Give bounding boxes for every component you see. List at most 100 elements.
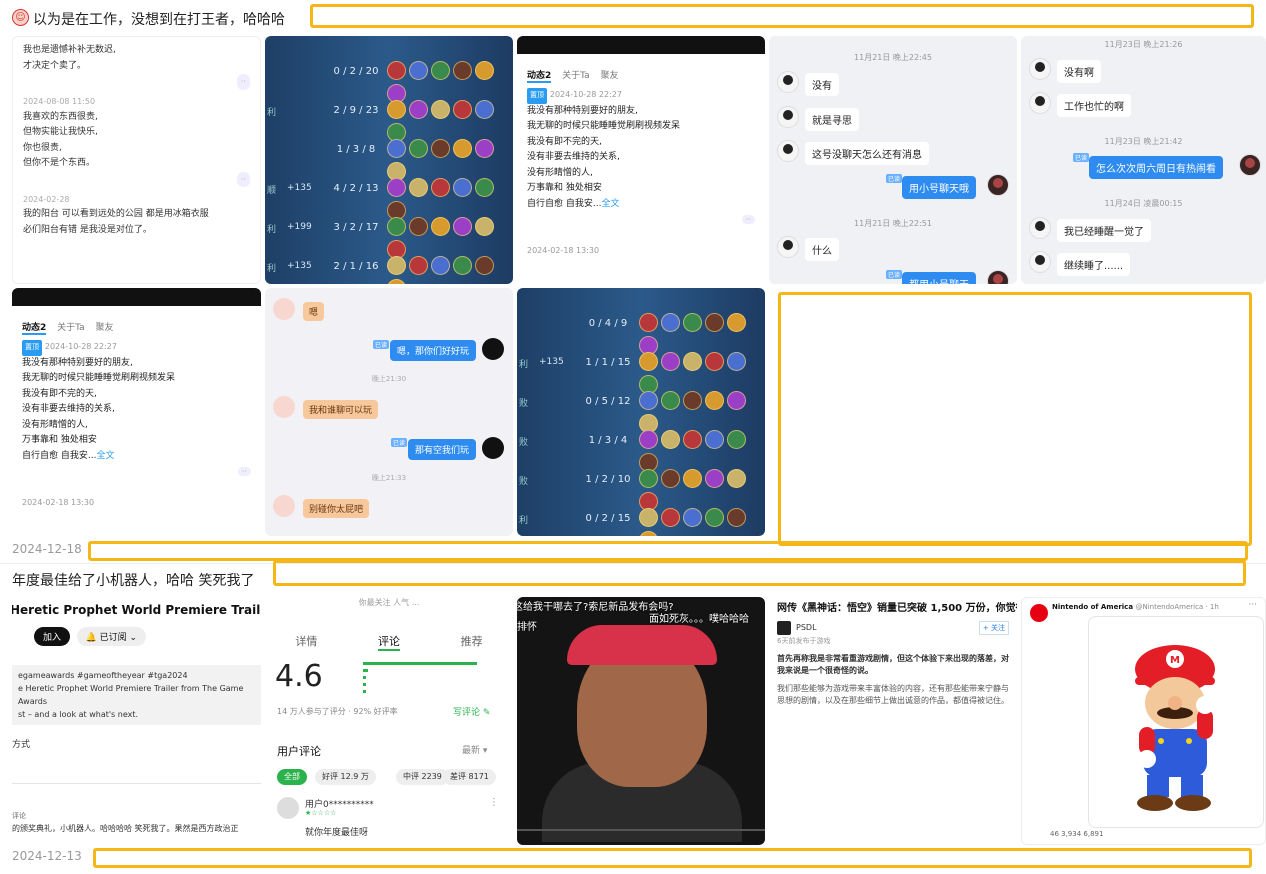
image-profile[interactable]: 动态2 关于Ta 聚友 置顶 2024-10-28 22:27 我没有那种特别要… <box>517 36 765 284</box>
join-button[interactable]: 加入 <box>34 627 71 646</box>
equipment-icon <box>639 391 658 410</box>
write-review-label: 写评论 <box>453 708 481 718</box>
more-icon[interactable]: ··· <box>1248 600 1257 610</box>
image-news-article[interactable]: 网传《黑神话：悟空》销量已突破 1,500 万份，你觉得它有机会拿 PSDL +… <box>769 597 1017 845</box>
edit-icon: ✎ <box>482 708 491 718</box>
timestamp: 2024-10-28 22:27 <box>44 342 117 351</box>
rating-score: 4.6 <box>275 659 323 694</box>
review-text: 就你年度最佳呀 <box>305 828 369 838</box>
avatar <box>273 396 295 418</box>
article-headline: 网传《黑神话：悟空》销量已突破 1,500 万份，你觉得它有机会拿 <box>777 603 1017 614</box>
equipment-icon <box>683 391 702 410</box>
equipment-icon <box>387 100 406 119</box>
image-chat[interactable]: 11月23日 晚上21:26 没有啊 工作也忙的啊 11月23日 晚上21:42… <box>1021 36 1266 284</box>
image-game-record[interactable]: 0 / 2 / 20 利 2 / 9 / 23 1 / 3 / 8 顺 +135 4 / 2… <box>265 36 513 284</box>
equipment-icon <box>409 256 428 275</box>
match-result: 利 <box>267 108 277 118</box>
write-review-link[interactable]: 写评论 ✎ <box>453 705 490 718</box>
game-record-row: 利 +199 3 / 2 / 17 <box>265 214 513 259</box>
filter-chip-positive[interactable]: 好评 12.9 万 <box>315 769 376 785</box>
chat-message: 我已经睡醒一觉了 <box>1057 219 1151 242</box>
sort-select[interactable]: 最新 ▾ <box>462 743 487 756</box>
post-1: ☺ 以为是在工作，没想到在打王者，哈哈哈 我也是遗憾补补无数迟, 才决定个卖了。… <box>0 0 1266 565</box>
match-result: 顺 <box>267 186 277 196</box>
profile-line: 没有非要去维持的关系, <box>22 404 115 414</box>
subscribed-label: 已订阅 <box>99 633 127 643</box>
subscribed-button[interactable]: 🔔 已订阅 ⌄ <box>76 627 147 646</box>
kda: 0 / 2 / 20 <box>333 66 379 77</box>
equipment-icon <box>475 61 494 80</box>
timestamp: 2024-02-18 13:30 <box>527 245 600 255</box>
equipment-icon <box>683 469 702 488</box>
filter-chip-neutral[interactable]: 中评 2239 <box>396 769 449 785</box>
review-topbar: 你最关注 人气 ... <box>358 598 420 607</box>
tab-details[interactable]: 详情 <box>295 633 317 651</box>
tab-fans: 聚友 <box>95 323 114 333</box>
game-record-row: 0 / 4 / 9 <box>517 310 765 355</box>
mario-figure: M <box>1135 645 1215 811</box>
image-chat[interactable]: 嗯 已读 嗯，那你们好好玩 晚上21:30 我和谁聊可以玩 已读 那有空我们玩 … <box>265 288 513 536</box>
kda: 2 / 9 / 23 <box>333 105 379 116</box>
game-record-row: 败 0 / 5 / 12 <box>517 388 765 433</box>
filter-chip-all[interactable]: 全部 <box>277 769 307 785</box>
chat-message: 嗯 <box>303 302 325 321</box>
chat-message-sent: 嗯，那你们好好玩 <box>390 340 477 361</box>
image-youtube[interactable]: Heretic Prophet World Premiere Trailer f… <box>12 597 261 845</box>
sort-label: 最新 <box>462 746 481 756</box>
chat-message: 这号没聊天怎么还有消息 <box>805 142 929 165</box>
note-line: 我的阳台 可以看到远处的公园 都是用冰箱衣服 <box>23 209 209 219</box>
profile-line: 我无聊的时候只能睡睡觉刷刷视频发呆 <box>22 373 176 383</box>
avatar <box>777 236 799 258</box>
equipment-icon <box>409 100 428 119</box>
chat-message-sent: 怎么次次周六周日有热闹看 <box>1089 156 1223 179</box>
image-tweet[interactable]: Nintendo of America @NintendoAmerica · 1… <box>1021 597 1266 845</box>
section-title: 用户评论 <box>277 745 321 758</box>
note-line: 我也是遗憾补补无数迟, <box>23 45 116 55</box>
avatar <box>277 797 299 819</box>
tab-reviews[interactable]: 评论 <box>377 633 400 651</box>
equipment-icon <box>431 178 450 197</box>
profile-line: 没有非要去维持的关系, <box>527 152 620 162</box>
follow-button[interactable]: + 关注 <box>978 621 1009 635</box>
note-line: 才决定个卖了。 <box>23 60 87 71</box>
equipment-icon <box>683 508 702 527</box>
note-line: 但物实能让我快乐, <box>23 127 98 137</box>
image-chat[interactable]: 11月21日 晚上22:45 没有 就是寻思 这号没聊天怎么还有消息 已读 用小… <box>769 36 1017 284</box>
comment-heading: 评论 <box>12 812 26 820</box>
kda: 2 / 1 / 16 <box>333 261 379 272</box>
equipment-icon <box>727 469 746 488</box>
kda: 4 / 2 / 13 <box>333 183 379 194</box>
tweet-image: M <box>1088 616 1264 828</box>
avatar <box>482 338 504 360</box>
equipment-icon <box>475 178 494 197</box>
note-line: 但你不是个东西。 <box>23 158 96 168</box>
equipment-icon <box>661 352 680 371</box>
equipment-icon <box>705 391 724 410</box>
tab-about: 关于Ta <box>57 323 85 333</box>
profile-header <box>517 36 765 54</box>
progress-bar[interactable] <box>517 829 765 831</box>
kda: 0 / 4 / 9 <box>588 318 628 329</box>
highlight-box <box>310 4 1254 28</box>
profile-line: 万事靠和 独处相安 <box>22 435 97 445</box>
account-handle: @NintendoAmerica · 1h <box>1135 603 1219 611</box>
more-icon[interactable]: ⋮ <box>489 797 499 808</box>
rating-bar <box>363 669 368 672</box>
game-record-row: 0 / 2 / 20 <box>265 58 513 103</box>
equipment-icon <box>409 178 428 197</box>
tab-recommend[interactable]: 推荐 <box>461 633 483 651</box>
image-stream[interactable]: 这给我干哪去了?索尼新品发布会吗? 面如死灰。。。噗哈哈哈 排怀 <box>517 597 765 845</box>
author-name: PSDL <box>796 623 817 632</box>
avatar <box>273 495 295 517</box>
filter-chip-negative[interactable]: 差评 8171 <box>443 769 496 785</box>
image-profile[interactable]: 动态2 关于Ta 聚友 置顶 2024-10-28 22:27 我没有那种特别要… <box>12 288 261 536</box>
game-record-row: 利 +135 2 / 1 / 16 <box>265 253 513 284</box>
equipment-icon <box>475 139 494 158</box>
equipment-icon <box>639 469 658 488</box>
chat-message-sent: 都用小号聊天 <box>902 272 976 284</box>
match-result: 利 <box>519 516 529 526</box>
image-notes[interactable]: 我也是遗憾补补无数迟, 才决定个卖了。 ·· 2024-08-08 11:50 … <box>12 36 261 284</box>
image-game-record[interactable]: 0 / 4 / 9 利 +135 1 / 1 / 15 败 0 / 5 / 12 败 1 / … <box>517 288 765 536</box>
image-app-review[interactable]: 你最关注 人气 ... 详情 评论 推荐 4.6 14 万人参与了评分 · 92… <box>265 597 513 845</box>
tab-fans: 聚友 <box>600 71 619 81</box>
